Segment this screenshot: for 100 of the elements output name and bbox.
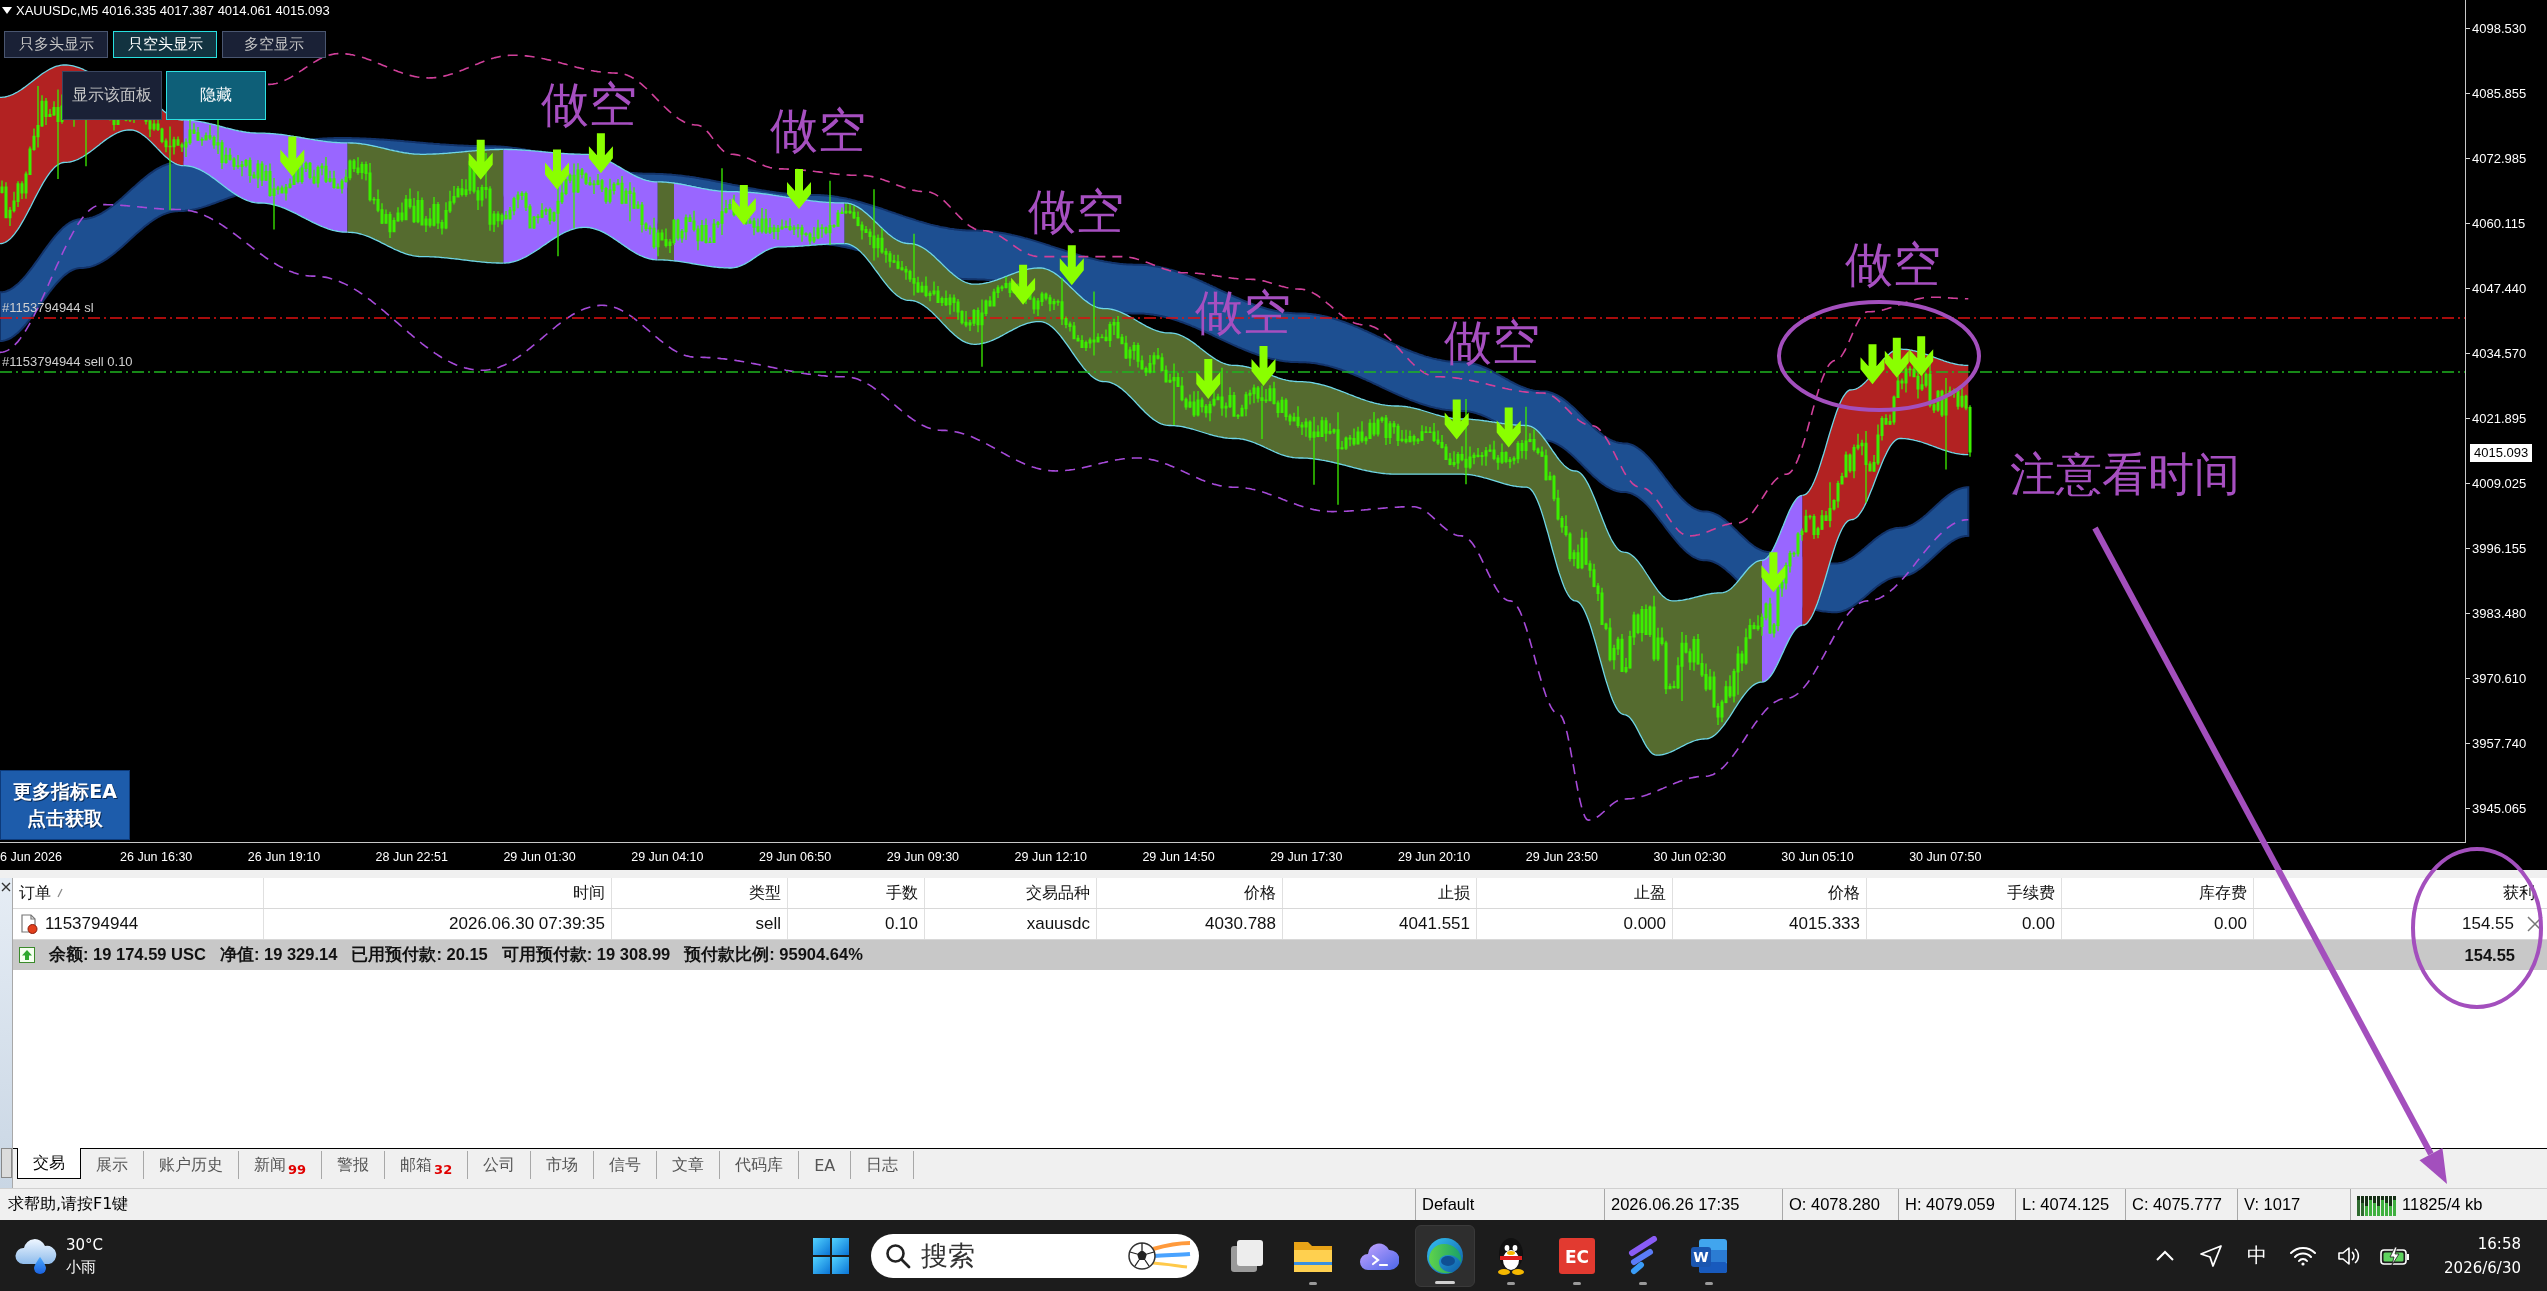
time-axis-label: 29 Jun 23:50 <box>1525 849 1599 864</box>
down-arrow-icon <box>1860 344 1885 385</box>
connection-bars-icon <box>2357 1193 2397 1216</box>
search-icon <box>884 1242 911 1269</box>
column-header[interactable]: 库存费 <box>2062 878 2254 908</box>
time-axis-label: 29 Jun 04:10 <box>631 849 704 864</box>
down-arrow-icon <box>1444 399 1469 440</box>
status-field: 2026.06.26 17:35 <box>1611 1195 1740 1214</box>
terminal-tab[interactable]: 展示 <box>81 1151 144 1179</box>
time-axis-label: 29 Jun 14:50 <box>1142 849 1215 864</box>
terminal-tab[interactable]: 账户历史 <box>144 1151 239 1179</box>
annotation-text: 做空 <box>1845 240 1941 288</box>
summary-item: 已用预付款: 20.15 <box>351 944 488 965</box>
column-header[interactable]: 类型 <box>612 878 788 908</box>
unread-count: 32 <box>434 1161 453 1177</box>
terminal-tab[interactable]: 交易 <box>17 1148 81 1179</box>
price-axis-label: 3970.610 <box>2472 670 2527 686</box>
taskbar-app-button[interactable] <box>1414 1224 1475 1287</box>
price-axis-label: 3945.065 <box>2472 800 2527 816</box>
terminal-tab[interactable]: 文章 <box>657 1151 721 1179</box>
column-header[interactable]: 时间 <box>264 878 612 908</box>
column-header[interactable]: 订单 <box>13 878 264 908</box>
time-axis-label: 30 Jun 05:10 <box>1781 849 1854 864</box>
cloud-raindrop-icon <box>14 1236 58 1275</box>
price-axis-label: 4072.985 <box>2472 150 2527 166</box>
column-header[interactable]: 价格 <box>1673 878 1867 908</box>
mode-button[interactable]: 只多头显示 <box>4 31 108 58</box>
price-axis-label: 3983.480 <box>2472 605 2527 621</box>
annotation-text: 做空 <box>770 106 866 154</box>
taskbar-app-button[interactable]: W <box>1678 1224 1739 1287</box>
down-arrow-icon <box>787 168 811 209</box>
search-box[interactable]: 搜索 <box>870 1233 1199 1278</box>
time-axis-label: 29 Jun 01:30 <box>503 849 576 864</box>
down-arrow-icon <box>468 139 493 180</box>
terminal-tab[interactable]: EA <box>799 1151 852 1179</box>
table-cell: xauusdc <box>925 909 1097 939</box>
table-cell: 0.10 <box>788 909 925 939</box>
time-axis-label: 30 Jun 02:30 <box>1653 849 1726 864</box>
annotation-text: 做空 <box>541 80 637 128</box>
price-axis-label: 4085.855 <box>2472 85 2527 101</box>
summary-item: 净值: 19 329.14 <box>219 944 338 965</box>
mode-button[interactable]: 多空显示 <box>222 31 326 58</box>
close-icon[interactable] <box>1 882 11 892</box>
price-axis-label: 4060.115 <box>2472 215 2526 231</box>
table-cell: 4041.551 <box>1283 909 1477 939</box>
speaker-icon <box>2337 1244 2362 1267</box>
table-cell: 0.000 <box>1477 909 1673 939</box>
terminal-tab[interactable]: 市场 <box>531 1151 595 1179</box>
trade-line-label: #1153794944 sell 0.10 <box>2 354 133 370</box>
caret-icon[interactable] <box>2 7 12 14</box>
weather-widget[interactable]: 30°C 小雨 <box>14 1233 104 1278</box>
status-field: O: 4078.280 <box>1789 1195 1880 1214</box>
down-arrow-icon <box>588 133 613 174</box>
column-header[interactable]: 手续费 <box>1867 878 2062 908</box>
time-axis-label: 26 Jun 19:10 <box>247 849 321 864</box>
summary-item: 余额: 19 174.59 USC <box>49 944 206 965</box>
current-price-label: 4015.093 <box>2470 444 2533 462</box>
down-arrow-icon <box>731 185 756 226</box>
terminal-tab[interactable]: 日志 <box>851 1151 915 1179</box>
chart-title: XAUUSDc,M5 4016.335 4017.387 4014.061 4015.093 <box>16 3 330 18</box>
windows-logo-icon <box>812 1237 849 1274</box>
wifi-icon <box>2290 1245 2317 1266</box>
time-axis-label: 29 Jun 12:10 <box>1014 849 1087 864</box>
sort-icon <box>57 888 63 898</box>
terminal-tab[interactable]: 代码库 <box>720 1151 800 1179</box>
traffic-text: 11825/4 kb <box>2402 1195 2483 1214</box>
icon-label: EC <box>1564 1246 1589 1267</box>
taskbar-app-button[interactable]: EC <box>1546 1224 1607 1287</box>
terminal-tab[interactable]: 信号 <box>594 1151 658 1179</box>
input-method-button[interactable]: 中 <box>2240 1235 2275 1276</box>
down-arrow-icon <box>1909 336 1934 377</box>
time-axis-label: 29 Jun 09:30 <box>886 849 960 864</box>
column-header[interactable]: 价格 <box>1097 878 1283 908</box>
status-field: Default <box>1422 1195 1475 1214</box>
promo-button[interactable]: 更多指标EA 点击获取 <box>0 770 130 840</box>
panel-button[interactable]: 隐藏 <box>166 71 266 120</box>
side-tab[interactable] <box>0 1148 12 1178</box>
time-axis-label: 30 Jun 07:50 <box>1909 849 1982 864</box>
order-document-icon <box>19 914 39 934</box>
search-field[interactable]: 搜索 <box>920 1240 1117 1271</box>
column-header[interactable]: 手数 <box>788 878 925 908</box>
annotation-text: 做空 <box>1444 318 1540 366</box>
column-header[interactable]: 止盈 <box>1477 878 1673 908</box>
location-arrow-icon <box>2199 1243 2224 1268</box>
terminal-tab[interactable]: 公司 <box>468 1151 532 1179</box>
clock-button[interactable]: 16:58 2026/6/30 <box>2444 1231 2521 1280</box>
price-axis-label: 3957.740 <box>2472 735 2527 751</box>
time-axis-label: 28 Jun 22:51 <box>375 849 448 864</box>
table-cell: sell <box>612 909 788 939</box>
status-help-text: 求帮助,请按F1键 <box>7 1194 130 1215</box>
down-arrow-icon <box>1496 407 1521 448</box>
close-icon[interactable] <box>2526 915 2544 933</box>
annotation-text: 做空 <box>1028 187 1124 235</box>
column-header[interactable]: 交易品种 <box>925 878 1097 908</box>
time-axis-label: 26 Jun 16:30 <box>120 849 193 864</box>
panel-button[interactable]: 显示该面板 <box>62 71 162 120</box>
terminal-tab[interactable]: 警报 <box>322 1151 386 1179</box>
status-field: V: 1017 <box>2244 1195 2301 1214</box>
column-header[interactable]: 止损 <box>1283 878 1477 908</box>
mode-button[interactable]: 只空头显示 <box>113 31 217 58</box>
